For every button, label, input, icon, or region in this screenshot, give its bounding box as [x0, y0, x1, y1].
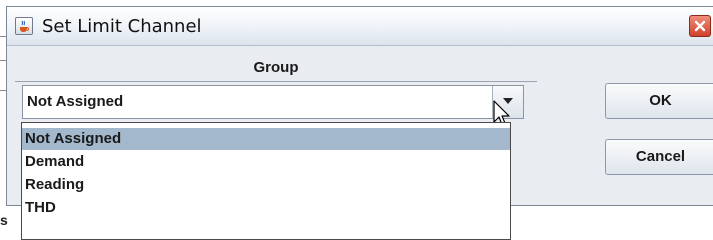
dropdown-option-demand[interactable]: Demand — [22, 151, 510, 173]
header-divider — [15, 81, 537, 82]
dropdown-option-reading[interactable]: Reading — [22, 174, 510, 196]
group-combobox-value: Not Assigned — [27, 93, 124, 110]
cancel-button[interactable]: Cancel — [605, 139, 713, 175]
dropdown-option-thd[interactable]: THD — [22, 197, 510, 219]
close-button[interactable] — [689, 15, 711, 37]
close-x-icon — [694, 20, 706, 32]
ok-button[interactable]: OK — [605, 83, 713, 119]
title-bar[interactable]: Set Limit Channel — [7, 7, 713, 46]
dialog-title: Set Limit Channel — [42, 16, 202, 37]
java-cup-icon — [15, 17, 33, 35]
background-label-fragment: s — [0, 212, 8, 228]
group-column-header: Group — [253, 59, 299, 76]
dropdown-option-not-assigned[interactable]: Not Assigned — [22, 128, 510, 150]
group-dropdown-list: Not Assigned Demand Reading THD — [21, 122, 511, 240]
group-combobox[interactable]: Not Assigned — [22, 85, 524, 119]
